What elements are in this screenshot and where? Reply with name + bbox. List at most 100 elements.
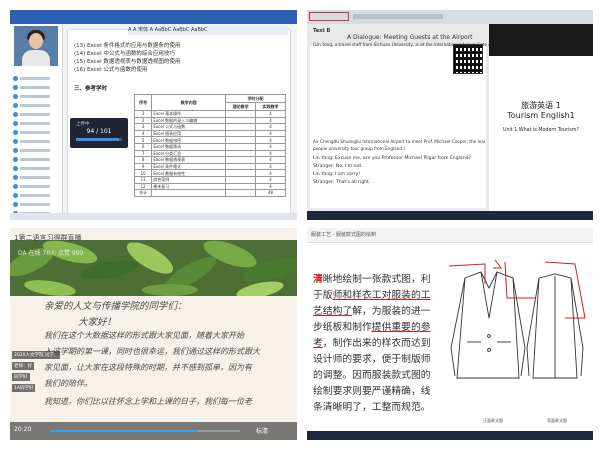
- table-row: 5 Excel 数据排序 4: [133, 136, 286, 144]
- table-cell: 4: [255, 169, 286, 177]
- text-run: ，制作出来的样衣而达到设计师的要求，便于制版师的调整。因而服装款式图的绘制要求则…: [313, 338, 431, 413]
- letter-line: 入这学期的第一课，同时也很幸运，我们通过这样的形式跟大: [44, 347, 260, 356]
- first-char: 清: [313, 274, 323, 285]
- table-cell: 10: [133, 169, 153, 177]
- table-row: 2 Excel 数据的录入与编辑 4: [133, 116, 286, 125]
- jacket-drawing: [448, 259, 586, 379]
- dialogue-line: Stranger: No, I'm not.: [313, 164, 363, 169]
- table-cell: Excel 基本操作: [151, 110, 227, 118]
- table-title: 三、参考学时: [74, 86, 108, 92]
- style-ribbon[interactable]: A A 宋体 A AaBbC AaBbC AaBbC: [128, 26, 288, 35]
- list-item[interactable]: [13, 182, 59, 191]
- table-cell: [225, 162, 257, 171]
- upload-popup: 上传中 94 / 101: [70, 118, 128, 148]
- status-bar: [10, 213, 297, 220]
- quality-button[interactable]: 标清: [256, 426, 268, 435]
- table-row: 7 Excel 分类汇总 4: [133, 149, 286, 158]
- table-cell: 合计: [133, 189, 153, 197]
- table-cell: 11: [133, 175, 153, 184]
- handwritten-letter: 亲爱的人文与传播学院的同学们： 大家好！ 我们在这个大数据这样的形式跟大家见面，…: [34, 298, 296, 418]
- table-row: 11 综合案例 4: [133, 175, 286, 184]
- table-cell: Excel 数据筛选: [151, 142, 227, 151]
- list-item[interactable]: [13, 146, 59, 155]
- table-cell: 4: [255, 136, 286, 144]
- panel-garment-sketch: 服装工艺 - 服装款式图的绘制 清晰地绘制一张款式图，利于版师和样衣工对服装的工…: [307, 228, 593, 440]
- table-cell: Excel 数据排序: [151, 136, 227, 144]
- dialogue-line: Stranger: That's all right.: [313, 180, 371, 185]
- table-cell: 4: [255, 156, 286, 164]
- table-cell: [225, 175, 257, 184]
- stream-title: 1第二语言习得群直播: [14, 234, 82, 242]
- lesson-paragraph: 清晰地绘制一张款式图，利于版师和样衣工对服装的工艺结构了解，为服装的进一步纸板和…: [313, 272, 438, 416]
- playback-time: 20:20: [14, 426, 32, 433]
- list-item[interactable]: [13, 191, 59, 200]
- table-cell: [225, 110, 257, 118]
- camera-thumbnail[interactable]: [14, 26, 58, 66]
- table-row: 9 Excel 条件格式 4: [133, 162, 286, 171]
- panel-live-letter: 1第二语言习得群直播 DA 在线 76人 点赞 999 亲爱的人文与传播学院的同…: [10, 228, 297, 440]
- list-item[interactable]: [13, 164, 59, 173]
- table-cell: 4: [255, 123, 286, 131]
- panel-word-table: A A 宋体 A AaBbC AaBbC AaBbC (13) Excel 条件…: [10, 10, 297, 220]
- list-item[interactable]: [13, 74, 59, 83]
- letter-line: 我知道，你们比以往怀念上学和上课的日子，我们每一位老: [44, 397, 252, 406]
- tab-strip[interactable]: [353, 14, 443, 19]
- table-cell: Excel 数据透视表: [151, 156, 227, 164]
- chat-message: 同学好: [12, 373, 30, 381]
- table-cell: [225, 169, 257, 177]
- table-cell: [225, 129, 257, 138]
- table-cell: [225, 149, 257, 158]
- list-item[interactable]: [13, 200, 59, 209]
- table-cell: [225, 189, 257, 197]
- chat-message: 老师：好: [12, 362, 34, 370]
- list-item[interactable]: [13, 83, 59, 92]
- slide-title-en: Tourism English1: [507, 111, 575, 120]
- header-cell: 序号: [133, 94, 153, 111]
- table-row: 12 期末复习 4: [133, 182, 286, 191]
- table-cell: 8: [133, 156, 153, 164]
- table-cell: 综合案例: [151, 175, 227, 184]
- table-cell: [151, 189, 227, 197]
- list-item[interactable]: [13, 137, 59, 146]
- dialogue-line: Lin Yong: I am sorry!: [313, 172, 361, 177]
- table-cell: 4: [255, 149, 286, 158]
- table-cell: 1: [133, 110, 153, 118]
- slide-subtitle: Unit 1 What is Modern Tourism?: [503, 128, 579, 133]
- list-item: (15) Excel 数据透视表与数据透视图的使用: [74, 59, 181, 65]
- participant-list: [13, 74, 59, 218]
- table-cell: 48: [255, 189, 286, 197]
- table-row: 6 Excel 数据筛选 4: [133, 142, 286, 151]
- list-item[interactable]: [13, 119, 59, 128]
- table-cell: 期末复习: [151, 182, 227, 191]
- letter-line: 亲爱的人文与传播学院的同学们：: [44, 301, 187, 312]
- list-item[interactable]: [13, 155, 59, 164]
- table-cell: 4: [255, 182, 286, 191]
- progress-slider[interactable]: [50, 430, 240, 432]
- back-view-label: 背面款式图: [547, 418, 567, 423]
- list-item[interactable]: [13, 128, 59, 137]
- list-item[interactable]: [13, 173, 59, 182]
- table-row: 3 Excel 公式与函数 4: [133, 123, 286, 131]
- chat-message: 2020人文学院 同学：: [12, 351, 61, 359]
- taskbar: [307, 431, 593, 440]
- letter-line: 大家好！: [78, 317, 117, 328]
- syllabus-list: (13) Excel 条件格式的应用与数据条的使用 (14) Excel 中公式…: [74, 42, 274, 74]
- table-cell: Excel 分类汇总: [151, 149, 227, 158]
- list-item[interactable]: [13, 110, 59, 119]
- list-item[interactable]: [13, 101, 59, 110]
- letter-line: 我们的陪伴。: [44, 379, 92, 388]
- hours-table: 序号 教学内容 学时分配 理论教学 实践教学 1 Excel 基本操作 4 2 Exce…: [133, 94, 286, 197]
- table-cell: [225, 142, 257, 151]
- list-item[interactable]: [13, 92, 59, 101]
- letter-line: 家见面，让大家在这段特殊的时期，并不感到孤单，因为有: [44, 363, 252, 372]
- table-cell: 4: [255, 116, 286, 125]
- live-stats: DA 在线 76人 点赞 999: [18, 250, 84, 257]
- front-view-label: 正面款式图: [483, 418, 503, 423]
- toolbar: [307, 10, 593, 24]
- table-row: 1 Excel 基本操作 4: [133, 110, 286, 118]
- table-cell: [225, 182, 257, 191]
- highlight-box: [309, 12, 349, 21]
- player-controls: 20:20 标清: [10, 422, 297, 440]
- table-cell: 2: [133, 116, 153, 125]
- title-bar: 服装工艺 - 服装款式图的绘制: [307, 228, 593, 243]
